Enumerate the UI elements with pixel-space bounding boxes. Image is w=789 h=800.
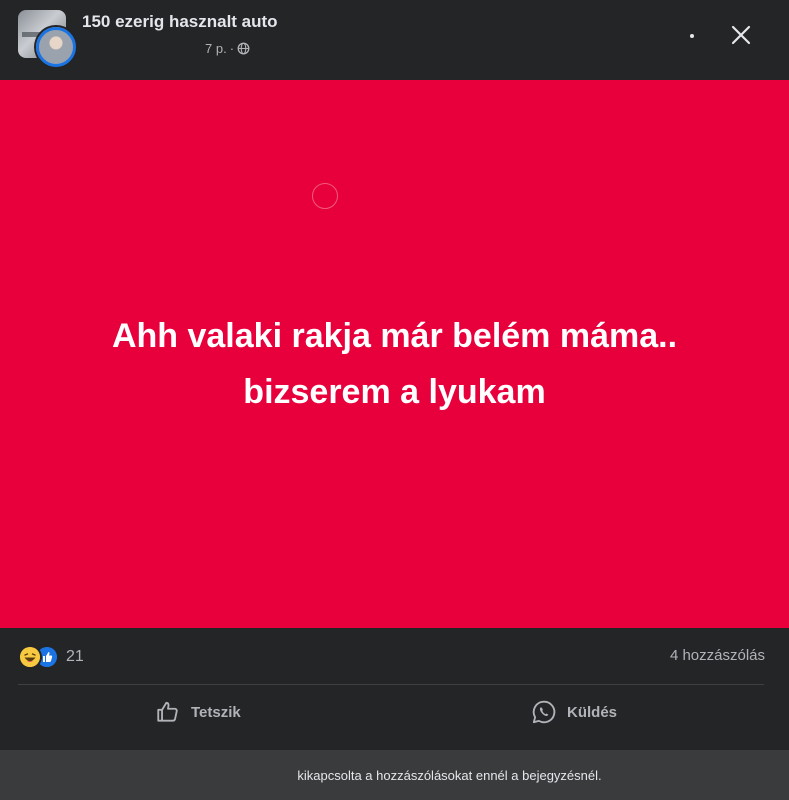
close-icon	[731, 25, 751, 45]
more-icon	[690, 34, 694, 38]
globe-icon	[237, 42, 250, 55]
whatsapp-icon	[532, 700, 556, 724]
user-avatar[interactable]	[36, 27, 76, 67]
comments-disabled-notice: kikapcsolta a hozzászólásokat ennél a be…	[297, 768, 602, 783]
comments-disabled-banner: kikapcsolta a hozzászólásokat ennél a be…	[0, 750, 789, 800]
like-reaction-icon	[37, 647, 57, 667]
haha-reaction-icon	[20, 647, 40, 667]
post-header: 150 ezerig hasznalt auto 7 p. ·	[0, 0, 789, 80]
thumbs-up-icon	[157, 701, 178, 722]
more-options-button[interactable]	[673, 18, 711, 54]
close-button[interactable]	[722, 16, 760, 54]
meta-separator: ·	[229, 41, 235, 56]
like-label: Tetszik	[191, 703, 241, 721]
post-text-line: bizserem a lyukam	[243, 373, 546, 411]
divider	[18, 684, 764, 685]
send-button[interactable]: Küldés	[531, 696, 617, 728]
post-text-line: Ahh valaki rakja már belém máma..	[111, 317, 678, 355]
post-text: Ahh valaki rakja már belém máma.. bizser…	[30, 308, 759, 420]
comment-count[interactable]: 4 hozzászólás	[670, 647, 765, 664]
timestamp[interactable]: 7 p.	[205, 41, 227, 56]
reaction-count: 21	[66, 648, 84, 665]
like-button[interactable]: Tetszik	[155, 696, 241, 728]
post-meta: 7 p. ·	[205, 41, 250, 56]
send-label: Küldés	[567, 703, 618, 721]
post-content: Ahh valaki rakja már belém máma.. bizser…	[0, 80, 789, 628]
reactions-summary[interactable]: 21	[20, 645, 84, 669]
group-name[interactable]: 150 ezerig hasznalt auto	[82, 12, 278, 32]
loading-spinner-icon	[312, 183, 338, 209]
